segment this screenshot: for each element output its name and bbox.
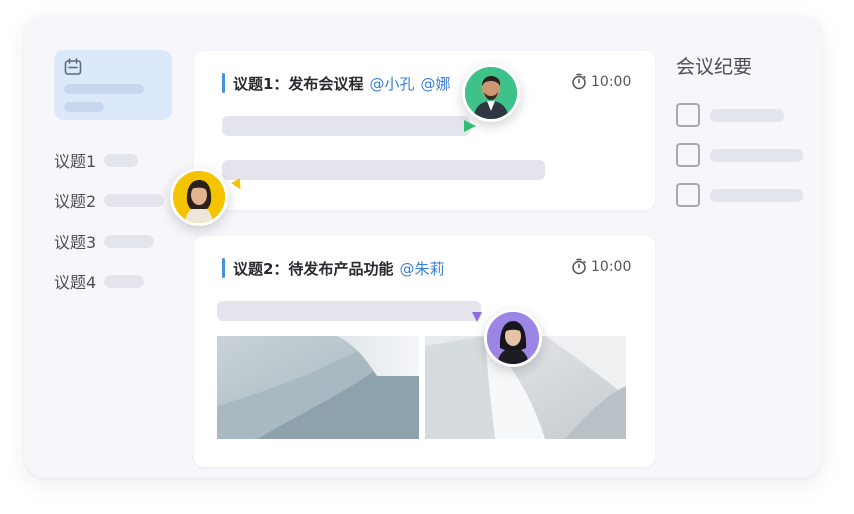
topic-2-time: 10:00 [591, 258, 632, 275]
calendar-icon [64, 58, 82, 75]
checkbox-icon[interactable] [676, 143, 700, 167]
sidebar-item-label: 议题4 [54, 273, 97, 292]
calendar-card-placeholder-line [64, 102, 104, 112]
mention-link[interactable]: @小孔 [369, 73, 414, 94]
avatar-man[interactable] [462, 64, 520, 122]
sidebar-item-placeholder [104, 234, 155, 248]
stage: 议题1 议题2 议题3 议题4 议题1：发布会议程 @小孔 @娜 10:00 议… [0, 0, 854, 514]
calendar-card[interactable] [54, 50, 172, 120]
topic-1-placeholder-line [222, 160, 545, 180]
topic-1-header: 议题1：发布会议程 @小孔 @娜 [222, 72, 450, 94]
stopwatch-icon [572, 258, 586, 275]
notes-title: 会议纪要 [676, 56, 753, 78]
sidebar-item-placeholder [104, 153, 139, 167]
checkbox-icon[interactable] [676, 183, 700, 207]
calendar-card-placeholder-line [64, 84, 144, 94]
sidebar-item-placeholder [104, 274, 145, 288]
sidebar-item-topic-1[interactable]: 议题1 [54, 150, 139, 171]
checkbox-icon[interactable] [676, 103, 700, 127]
topic-2-header: 议题2：待发布产品功能 @朱莉 [222, 257, 444, 279]
topic-1-title: 议题1：发布会议程 [233, 74, 364, 93]
notes-placeholder-line [710, 189, 803, 202]
cursor-pointer-green [464, 120, 476, 132]
sidebar-item-label: 议题1 [54, 152, 97, 171]
topic-accent-bar [222, 73, 225, 93]
topic-2-placeholder-line [217, 301, 481, 321]
architecture-photo-1[interactable] [217, 336, 419, 439]
mention-link[interactable]: @娜 [420, 73, 450, 94]
topic-1-timer: 10:00 [571, 73, 631, 90]
topic-accent-bar [222, 258, 225, 278]
mention-link[interactable]: @朱莉 [399, 258, 444, 279]
avatar-woman-purple[interactable] [484, 309, 542, 367]
cursor-pointer-purple [472, 312, 482, 322]
topic-2-timer: 10:00 [571, 258, 631, 275]
sidebar-item-placeholder [104, 193, 165, 207]
sidebar-item-topic-4[interactable]: 议题4 [54, 271, 145, 292]
sidebar-item-topic-3[interactable]: 议题3 [54, 231, 155, 252]
sidebar-item-topic-2[interactable]: 议题2 [54, 190, 165, 211]
topic-1-placeholder-line [222, 116, 470, 136]
notes-placeholder-line [710, 109, 784, 122]
sidebar-item-label: 议题2 [54, 192, 97, 211]
notes-placeholder-line [710, 149, 803, 162]
topic-2-title: 议题2：待发布产品功能 [233, 259, 394, 278]
sidebar-item-label: 议题3 [54, 233, 97, 252]
avatar-woman-yellow[interactable] [170, 168, 228, 226]
topic-1-time: 10:00 [591, 73, 632, 90]
stopwatch-icon [572, 73, 586, 90]
